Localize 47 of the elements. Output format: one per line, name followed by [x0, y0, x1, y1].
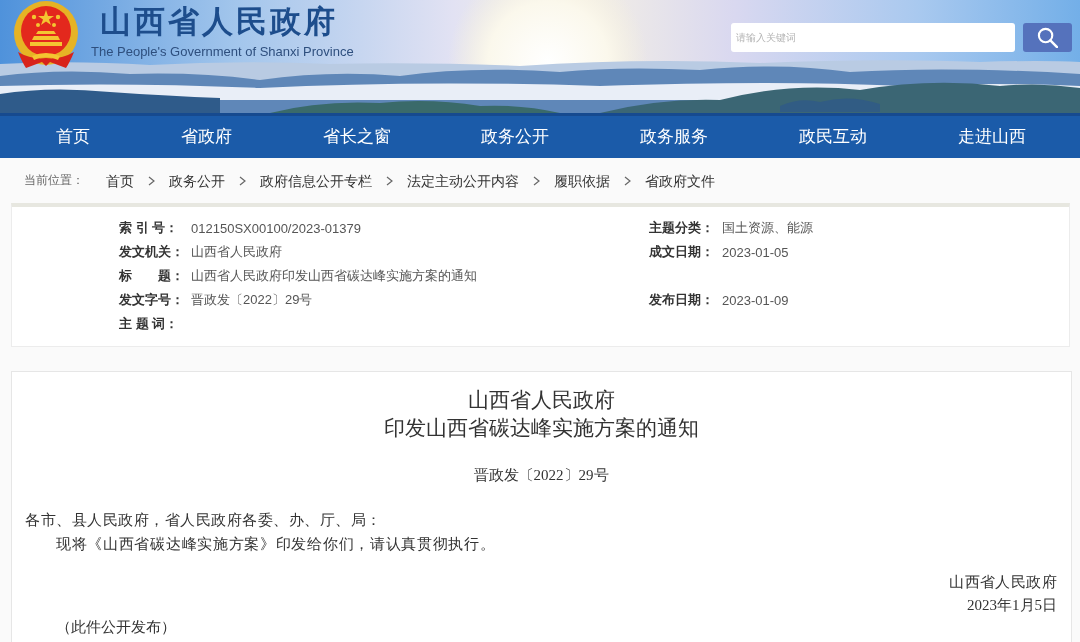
field-label: 成文日期：: [649, 243, 715, 261]
chevron-right-icon: [386, 175, 393, 186]
document-number: 晋政发〔2022〕29号: [472, 466, 610, 485]
field-label: 发文机关：: [119, 243, 185, 261]
field-label: 发文字号：: [119, 291, 185, 309]
note-text: （此件公开发布）: [55, 618, 177, 637]
breadcrumb-label: 当前位置：: [24, 172, 84, 189]
field-value: 2023-01-05: [722, 244, 790, 260]
field-value: 2023-01-09: [722, 292, 790, 308]
nav-link[interactable]: 首页: [56, 125, 90, 149]
nav-link[interactable]: 省政府: [180, 125, 232, 149]
nav-link[interactable]: 政民互动: [799, 125, 868, 149]
chevron-right-icon: [148, 175, 155, 186]
field-value: 山西省人民政府印发山西省碳达峰实施方案的通知: [191, 267, 478, 285]
breadcrumb-link[interactable]: 履职依据: [554, 170, 610, 191]
field-label: 标 题：: [119, 267, 185, 285]
nav-link[interactable]: 政务服务: [640, 125, 709, 149]
search-button[interactable]: [1023, 23, 1072, 52]
field-value: 晋政发〔2022〕29号: [191, 291, 314, 309]
site-subtitle: The People's Government of Shanxi Province: [91, 44, 354, 60]
field-value: 012150SX00100/2023-01379: [191, 220, 362, 236]
breadcrumb-link[interactable]: 省政府文件: [645, 170, 715, 191]
nav-link[interactable]: 走进山西: [957, 125, 1026, 149]
chevron-right-icon: [624, 175, 631, 186]
field-value: 国土资源、能源: [722, 219, 814, 237]
emblem-icon: [12, 0, 80, 70]
site-title: 山西省人民政府: [99, 3, 338, 41]
search-icon: [1037, 27, 1058, 48]
breadcrumb-link[interactable]: 政务公开: [169, 170, 225, 191]
field-label: 主 题 词：: [119, 315, 180, 333]
document-title: 山西省人民政府 印发山西省碳达峰实施方案的通知: [382, 387, 700, 442]
search-field[interactable]: 请输入关键词: [731, 23, 1015, 52]
field-label: 主题分类：: [649, 219, 715, 237]
breadcrumb-link[interactable]: 政府信息公开专栏: [260, 170, 372, 191]
chevron-right-icon: [239, 175, 246, 186]
field-label: 发布日期：: [649, 291, 715, 309]
nav-link[interactable]: 政务公开: [481, 125, 550, 149]
nav-link[interactable]: 省长之窗: [322, 125, 391, 149]
body-paragraph: 现将《山西省碳达峰实施方案》印发给你们，请认真贯彻执行。: [55, 535, 497, 554]
salutation-text: 各市、县人民政府，省人民政府各委、办、厅、局：: [25, 511, 383, 530]
breadcrumb-link[interactable]: 法定主动公开内容: [407, 170, 519, 191]
breadcrumb-link[interactable]: 首页: [106, 170, 134, 191]
field-label: 索 引 号：: [119, 219, 180, 237]
field-value: 山西省人民政府: [191, 243, 283, 261]
date-text: 2023年1月5日: [967, 596, 1057, 615]
signature-text: 山西省人民政府: [949, 573, 1057, 592]
chevron-right-icon: [533, 175, 540, 186]
